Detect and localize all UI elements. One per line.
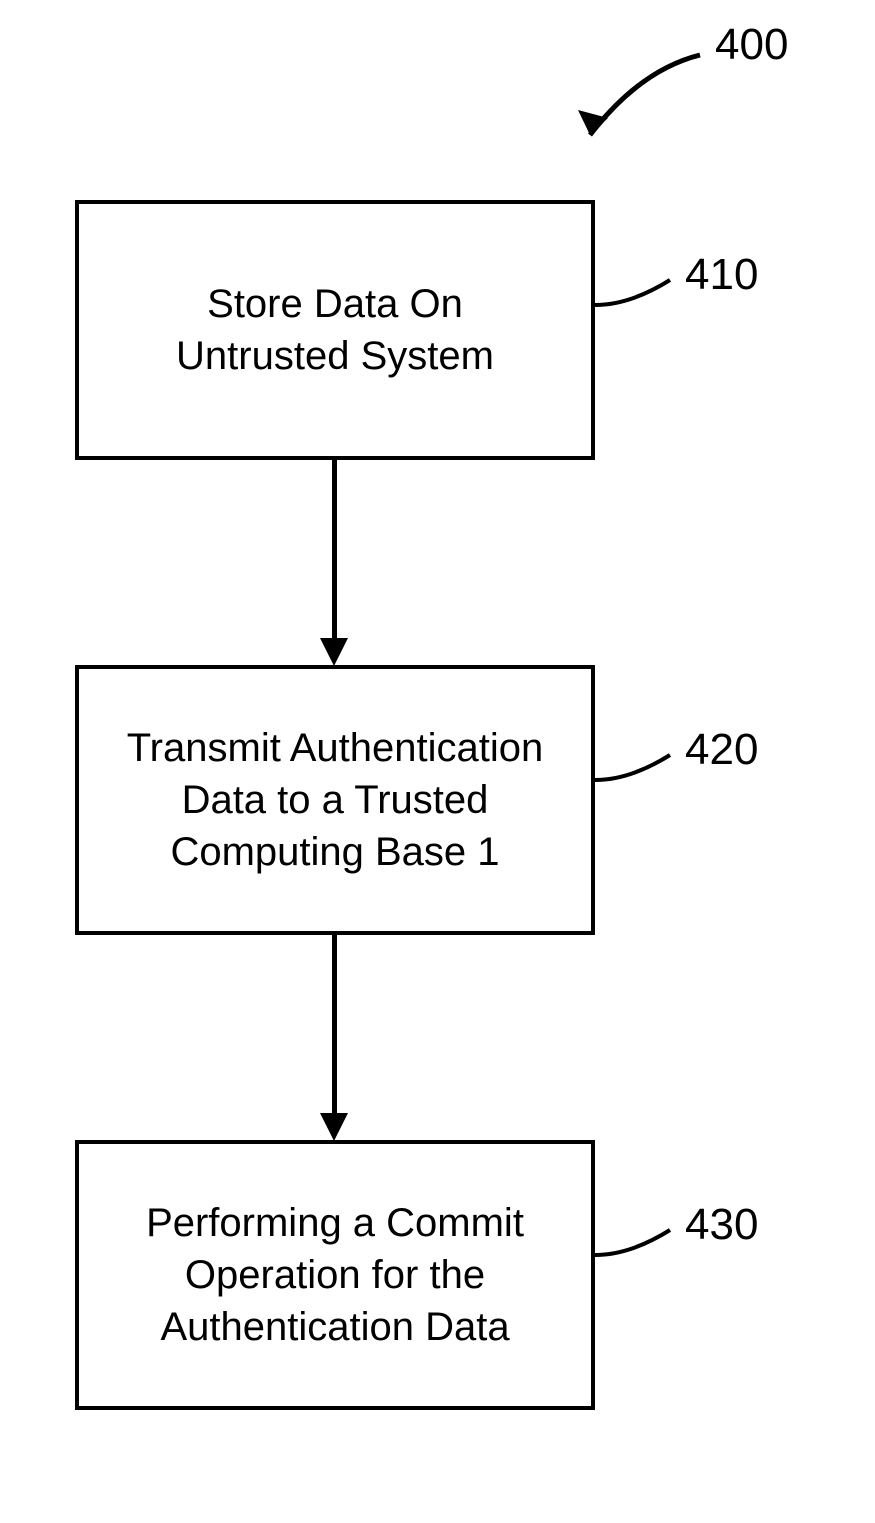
flowchart-diagram: 400 Store Data On Untrusted System 410 T… — [0, 0, 875, 1523]
label-420: 420 — [685, 725, 758, 775]
title-label: 400 — [715, 20, 788, 70]
label-410: 410 — [685, 250, 758, 300]
arrow-2-3-line — [332, 935, 337, 1115]
step-box-3: Performing a Commit Operation for the Au… — [75, 1140, 595, 1410]
leader-430 — [595, 1220, 685, 1270]
arrow-1-2-line — [332, 460, 337, 640]
step-text-3: Performing a Commit Operation for the Au… — [146, 1197, 524, 1353]
step-text-2: Transmit Authentication Data to a Truste… — [127, 722, 544, 878]
title-arrow — [560, 40, 720, 160]
arrow-2-3-head — [320, 1113, 348, 1141]
label-430: 430 — [685, 1200, 758, 1250]
arrow-1-2-head — [320, 638, 348, 666]
step-box-2: Transmit Authentication Data to a Truste… — [75, 665, 595, 935]
leader-410 — [595, 270, 685, 320]
leader-420 — [595, 745, 685, 795]
step-text-1: Store Data On Untrusted System — [176, 278, 494, 382]
step-box-1: Store Data On Untrusted System — [75, 200, 595, 460]
